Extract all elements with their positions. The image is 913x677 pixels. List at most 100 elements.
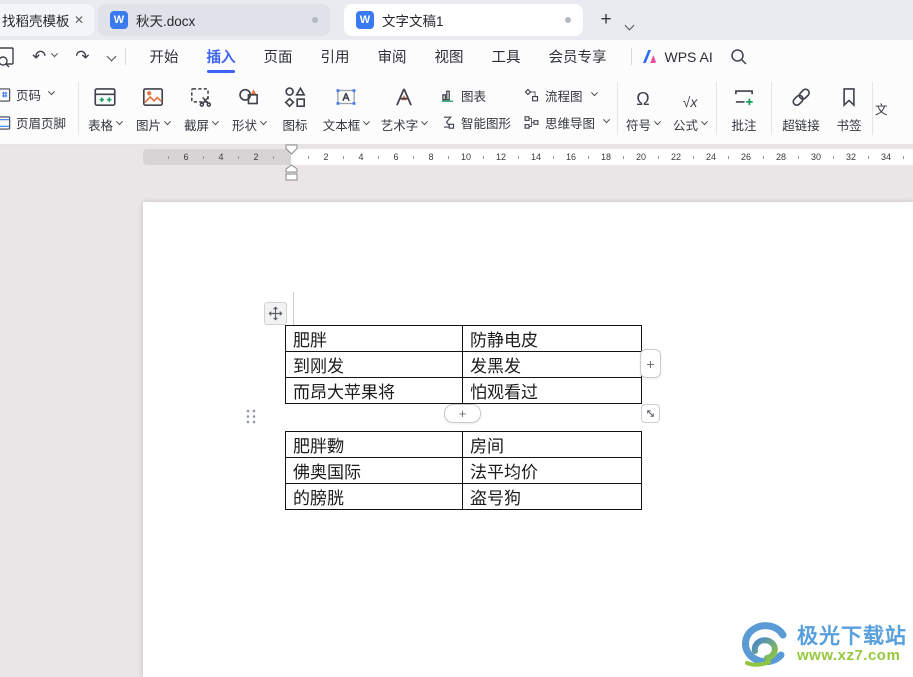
table-cell[interactable]: 肥胖覅: [285, 431, 463, 458]
wordart-button[interactable]: 艺术字: [375, 73, 433, 144]
table-move-handle[interactable]: [264, 302, 287, 325]
menu-review[interactable]: 审阅: [364, 40, 421, 73]
ruler-number: 18: [600, 152, 612, 162]
table-cell[interactable]: 佛奥国际: [285, 457, 463, 484]
separator: [716, 82, 717, 135]
smart-graphic-button[interactable]: 智能图形: [439, 113, 523, 132]
dropdown-chevron-icon: [653, 117, 662, 125]
tab-bar: 找稻壳模板 ✕ W 秋天.docx W 文字文稿1 +: [0, 0, 913, 40]
icon-library-icon: [284, 86, 306, 107]
dropdown-chevron-icon: [590, 88, 598, 96]
mindmap-button[interactable]: 思维导图: [523, 113, 615, 132]
chart-icon: [441, 90, 454, 102]
sqrt-x-icon: √x: [682, 93, 698, 110]
table-row: 到刚发 发黑发: [285, 351, 642, 378]
formula-button[interactable]: √x 公式: [666, 73, 714, 144]
bookmark-button[interactable]: 书签: [828, 73, 870, 144]
flowchart-mindmap-group: 流程图 思维导图: [523, 73, 615, 144]
separator: [617, 82, 618, 135]
menu-tools[interactable]: 工具: [478, 40, 535, 73]
table-cell[interactable]: 房间: [462, 431, 642, 458]
add-column-button[interactable]: +: [640, 349, 661, 378]
table-row: 而昂大苹果将 怕观看过: [285, 377, 642, 404]
tab-active-document[interactable]: W 文字文稿1: [344, 4, 583, 36]
screenshot-button[interactable]: 截屏: [177, 73, 225, 144]
ruler-number: 34: [880, 152, 892, 162]
redo-button[interactable]: ↷: [73, 48, 91, 65]
dropdown-chevron-icon: [259, 117, 268, 125]
first-line-indent-marker[interactable]: [285, 144, 298, 155]
flowchart-button[interactable]: 流程图: [523, 86, 615, 105]
horizontal-ruler: 6 4 2 2 4 6 8 10 12 14 16 18 20 22 24 26…: [143, 149, 913, 165]
undo-dropdown-chevron-icon[interactable]: [51, 50, 59, 58]
more-commands-chevron-icon[interactable]: [106, 51, 116, 62]
page-number-button[interactable]: 页码: [0, 85, 76, 104]
ruler-number: 12: [495, 152, 507, 162]
menu-view[interactable]: 视图: [421, 40, 478, 73]
insert-table-button[interactable]: 表格: [81, 73, 129, 144]
ruler-number: 8: [428, 152, 434, 162]
menu-insert[interactable]: 插入: [193, 40, 250, 73]
print-preview-icon[interactable]: [0, 46, 20, 68]
table-cell[interactable]: 的膀胱: [285, 483, 463, 510]
wps-ai-button[interactable]: WPS AI: [642, 49, 713, 65]
insert-picture-button[interactable]: 图片: [129, 73, 177, 144]
table-cell[interactable]: 法平均价: [462, 457, 642, 484]
comment-button[interactable]: 批注: [719, 73, 769, 144]
shapes-button[interactable]: 形状: [225, 73, 273, 144]
table-cell[interactable]: 防静电皮: [462, 325, 642, 352]
ruler-number: 16: [565, 152, 577, 162]
omega-icon: Ω: [636, 88, 650, 109]
watermark-site-name: 极光下载站: [797, 625, 907, 649]
table-row: 肥胖覅 房间: [285, 431, 642, 458]
table-cell[interactable]: 而昂大苹果将: [285, 377, 463, 404]
new-tab-button[interactable]: +: [594, 8, 618, 32]
dropdown-chevron-icon: [602, 115, 611, 123]
document-table-2[interactable]: 肥胖覅 房间 佛奥国际 法平均价 的膀胱 盗号狗: [285, 431, 642, 510]
diagonal-resize-icon: [647, 410, 654, 417]
search-icon[interactable]: [729, 47, 748, 66]
table-cell[interactable]: 发黑发: [462, 351, 642, 378]
menu-member[interactable]: 会员专享: [535, 40, 621, 73]
four-arrows-icon: [268, 306, 283, 321]
tab-status-dot: [312, 17, 318, 23]
table-cell[interactable]: 肥胖: [285, 325, 463, 352]
drag-dots-handle[interactable]: [245, 408, 257, 425]
ruler-number: 28: [775, 152, 787, 162]
left-indent-marker[interactable]: [285, 173, 298, 181]
symbol-button[interactable]: Ω 符号: [620, 73, 666, 144]
textbox-button[interactable]: 文本框: [317, 73, 375, 144]
tab-autumn-docx[interactable]: W 秋天.docx: [98, 4, 330, 36]
ruler-number: 20: [635, 152, 647, 162]
separator: [78, 82, 79, 135]
ruler-number: 6: [393, 152, 399, 162]
table-icon: [94, 87, 116, 106]
clipped-toolbar-button[interactable]: 文: [875, 73, 893, 144]
wps-doc-icon: W: [110, 11, 128, 29]
menu-home[interactable]: 开始: [136, 40, 193, 73]
document-table-1[interactable]: 肥胖 防静电皮 到刚发 发黑发 而昂大苹果将 怕观看过: [285, 325, 642, 404]
menu-page[interactable]: 页面: [250, 40, 307, 73]
table-cell[interactable]: 到刚发: [285, 351, 463, 378]
menu-bar: ↶ ↷ 开始 插入 页面 引用 审阅 视图 工具 会员专享 WPS AI: [0, 40, 913, 73]
shapes-icon: [239, 88, 258, 104]
hanging-indent-marker[interactable]: [285, 164, 298, 173]
hyperlink-button[interactable]: 超链接: [774, 73, 828, 144]
icon-library-button[interactable]: 图标: [273, 73, 317, 144]
tab-list-chevron-icon[interactable]: [624, 16, 635, 34]
ruler-number: 26: [740, 152, 752, 162]
header-footer-button[interactable]: 页眉页脚: [0, 113, 76, 132]
smart-graphic-icon: [443, 116, 455, 129]
dropdown-chevron-icon: [421, 117, 429, 125]
add-row-button[interactable]: +: [444, 404, 481, 423]
dropdown-chevron-icon: [163, 117, 172, 125]
ruler-margin-segment: 6 4 2: [143, 149, 291, 165]
undo-button[interactable]: ↶: [30, 48, 48, 65]
menu-reference[interactable]: 引用: [307, 40, 364, 73]
table-resize-handle[interactable]: [641, 404, 660, 423]
tab-docer-templates[interactable]: 找稻壳模板 ✕: [0, 4, 94, 36]
table-cell[interactable]: 盗号狗: [462, 483, 642, 510]
table-cell[interactable]: 怕观看过: [462, 377, 642, 404]
close-icon[interactable]: ✕: [74, 14, 84, 26]
insert-chart-button[interactable]: 图表: [439, 86, 523, 105]
